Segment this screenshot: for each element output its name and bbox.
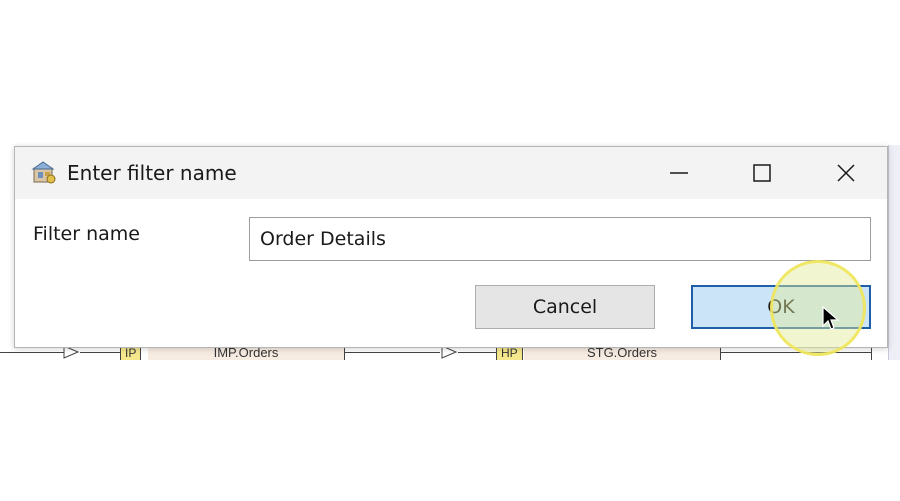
connector-line bbox=[80, 352, 120, 353]
maximize-button[interactable] bbox=[742, 155, 782, 191]
close-icon bbox=[837, 164, 855, 182]
node-tag: HP bbox=[496, 346, 523, 360]
dialog-titlebar[interactable]: Enter filter name bbox=[15, 147, 887, 199]
mouse-cursor-icon bbox=[822, 306, 840, 330]
node-stg-orders[interactable]: STG.Orders bbox=[524, 346, 720, 360]
filter-name-input[interactable] bbox=[249, 217, 871, 261]
minimize-icon bbox=[670, 172, 688, 174]
connector-line bbox=[345, 352, 440, 353]
cancel-button-label: Cancel bbox=[532, 296, 598, 318]
connector-line bbox=[721, 352, 871, 353]
cancel-button[interactable]: Cancel bbox=[475, 285, 655, 329]
minimize-button[interactable] bbox=[659, 155, 699, 191]
node-tag: IP bbox=[120, 346, 142, 360]
dialog-title: Enter filter name bbox=[67, 161, 237, 185]
side-panel bbox=[888, 145, 900, 360]
node-imp-orders[interactable]: IMP.Orders bbox=[148, 346, 344, 360]
filter-name-dialog: Enter filter name Filter name Cancel OK bbox=[14, 146, 888, 348]
cursor-highlight bbox=[770, 260, 866, 356]
connector-line bbox=[0, 352, 70, 353]
connector-line bbox=[458, 352, 496, 353]
app-icon bbox=[31, 161, 56, 184]
close-button[interactable] bbox=[826, 155, 866, 191]
filter-name-label: Filter name bbox=[33, 223, 140, 245]
maximize-icon bbox=[753, 164, 771, 182]
